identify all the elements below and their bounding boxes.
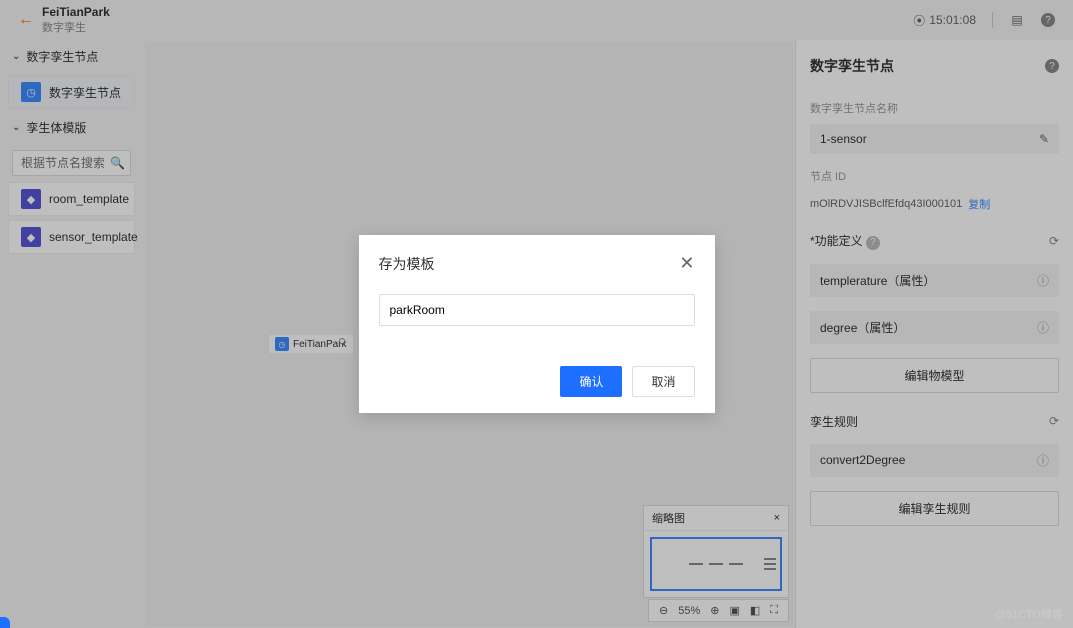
watermark: @51CTO博客 <box>995 606 1063 622</box>
modal-title: 存为模板 <box>379 254 435 274</box>
modal-overlay[interactable]: 存为模板 ✕ 确认 取消 <box>0 0 1073 628</box>
template-name-input[interactable] <box>379 294 695 326</box>
left-accent <box>0 617 10 628</box>
close-icon[interactable]: ✕ <box>679 253 694 274</box>
cancel-button[interactable]: 取消 <box>632 366 694 397</box>
save-template-modal: 存为模板 ✕ 确认 取消 <box>359 235 715 413</box>
confirm-button[interactable]: 确认 <box>560 366 622 397</box>
